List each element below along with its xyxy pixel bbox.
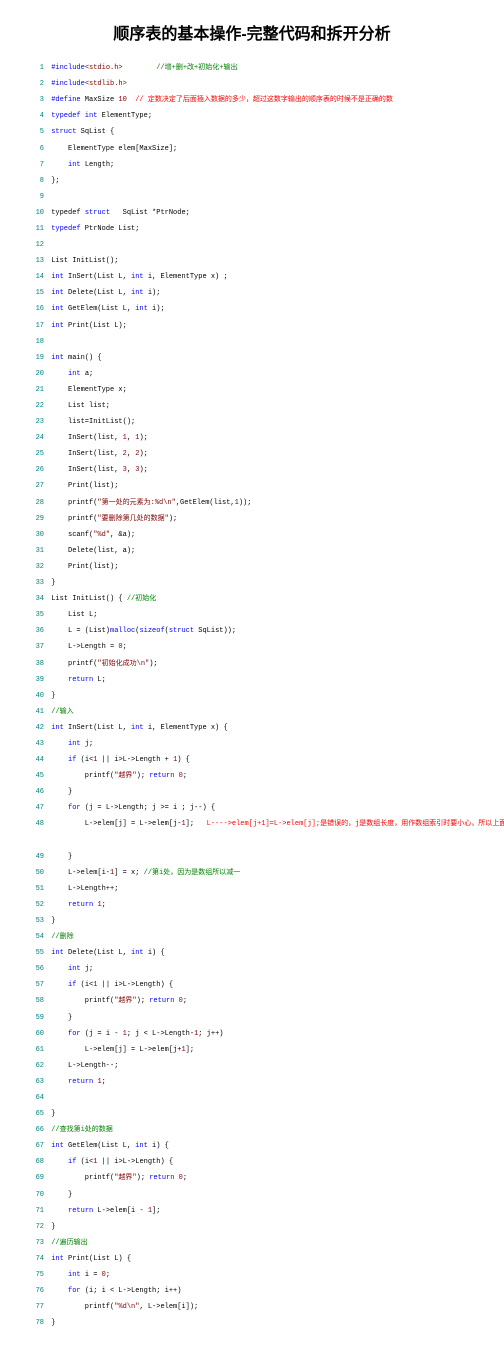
page-title: 顺序表的基本操作-完整代码和拆开分析 (30, 20, 474, 44)
code-listing: 1 #include<stdio.h> //增+删+改+初始化+输出 2 #in… (30, 56, 474, 1335)
